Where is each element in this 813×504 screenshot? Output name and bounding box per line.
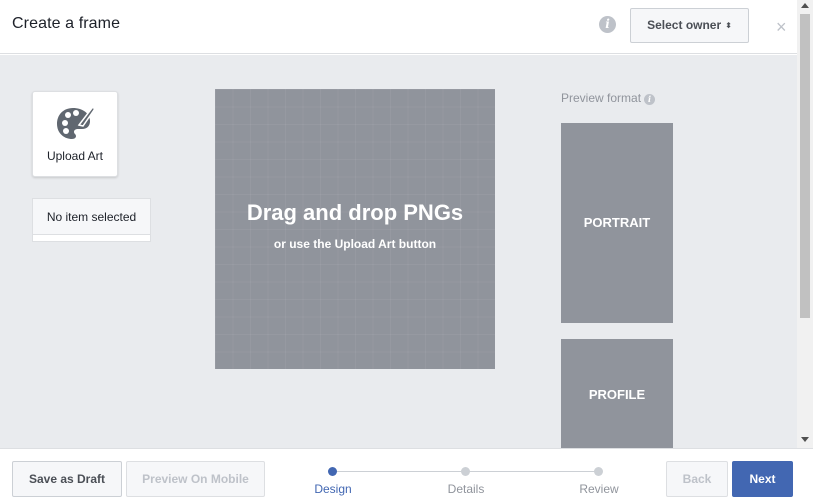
palette-icon <box>57 106 95 139</box>
preview-format-text: Preview format <box>561 91 642 105</box>
info-icon[interactable]: i <box>599 16 616 33</box>
step-label-details[interactable]: Details <box>426 482 506 496</box>
info-icon[interactable]: i <box>644 94 656 105</box>
preview-on-mobile-button[interactable]: Preview On Mobile <box>126 461 265 497</box>
preview-portrait[interactable]: PORTRAIT <box>561 123 673 323</box>
select-owner-button[interactable]: Select owner ⬍ <box>630 8 749 43</box>
dialog-header: Create a frame i Select owner ⬍ × <box>0 0 797 54</box>
scrollbar-thumb[interactable] <box>800 14 810 318</box>
step-label-review[interactable]: Review <box>559 482 639 496</box>
editor-area: Upload Art No item selected Drag and dro… <box>0 55 797 448</box>
back-button[interactable]: Back <box>666 461 728 497</box>
dropzone-title: Drag and drop PNGs <box>246 200 464 225</box>
png-dropzone[interactable]: Drag and drop PNGs or use the Upload Art… <box>215 89 495 369</box>
sort-caret-icon: ⬍ <box>725 21 732 30</box>
no-item-selected-label: No item selected <box>33 199 150 235</box>
close-icon[interactable]: × <box>776 17 787 37</box>
page-title: Create a frame <box>12 15 121 32</box>
save-as-draft-button[interactable]: Save as Draft <box>12 461 122 497</box>
preview-profile[interactable]: PROFILE <box>561 339 673 448</box>
upload-art-button[interactable]: Upload Art <box>32 91 118 177</box>
step-dot-design <box>328 467 337 476</box>
dropzone-subtitle: or use the Upload Art button <box>273 237 437 251</box>
dialog-footer: Save as Draft Preview On Mobile Design D… <box>0 448 813 504</box>
step-label-design[interactable]: Design <box>293 482 373 496</box>
preview-format-label: Preview format i <box>561 91 656 105</box>
select-owner-label: Select owner <box>647 18 722 32</box>
scroll-up-arrow-icon[interactable] <box>801 3 809 8</box>
next-button[interactable]: Next <box>732 461 793 497</box>
scrollbar[interactable] <box>797 0 813 448</box>
scroll-down-arrow-icon[interactable] <box>801 437 809 442</box>
step-dot-details <box>461 467 470 476</box>
step-dot-review <box>594 467 603 476</box>
upload-art-label: Upload Art <box>46 149 104 163</box>
selected-item-panel: No item selected <box>32 198 151 242</box>
